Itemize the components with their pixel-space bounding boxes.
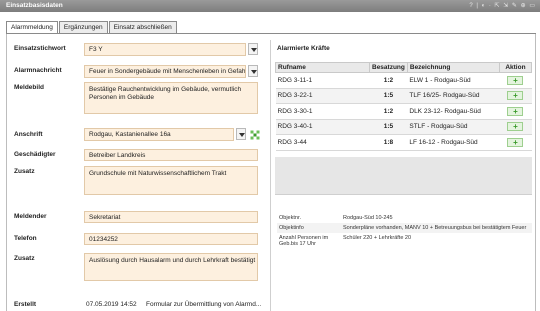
window-controls[interactable]: ? | ◐ · ⇱ ⇲ ✎ ⊕ ▭ [469, 2, 536, 9]
label-alarmnachricht: Alarmnachricht [14, 67, 62, 74]
meldender-field[interactable]: Sekretariat [84, 211, 258, 223]
cell-bezeichnung: ELW 1 - Rodgau-Süd [407, 72, 500, 89]
label-meldebild: Meldebild [14, 84, 44, 91]
label-meldender: Meldender [14, 213, 47, 220]
tab-bar: Alarmmeldung Ergänzungen Einsatz abschli… [6, 21, 177, 33]
table-row[interactable]: RDG 3-40-1 1:5 STLF - Rodgau-Süd + [275, 119, 532, 135]
info-value: Sonderpläne vorhanden, MANV 10 + Betreuu… [341, 223, 532, 233]
label-erstellt: Erstellt [14, 301, 37, 308]
units-table: Rufname Besatzung Bezeichnung Aktion RDG… [275, 62, 533, 151]
label-zusatz-2: Zusatz [14, 255, 35, 262]
label-zusatz: Zusatz [14, 168, 35, 175]
table-row[interactable]: RDG 3-44 1:8 LF 16-12 - Rodgau-Süd + [275, 134, 532, 151]
telefon-field[interactable]: 01234252 [84, 233, 258, 245]
cell-besatzung: 1:5 [369, 119, 408, 135]
window-titlebar: Einsatzbasisdaten ? | ◐ · ⇱ ⇲ ✎ ⊕ ▭ [0, 0, 540, 12]
geschaedigter-field[interactable]: Betreiber Landkreis [84, 149, 258, 161]
add-button[interactable]: + [507, 137, 524, 147]
info-row: Objektinfo Sonderpläne vorhanden, MANV 1… [277, 223, 532, 233]
chevron-down-icon[interactable] [248, 43, 258, 55]
info-value: Rodgau-Süd 10-245 [343, 215, 393, 221]
cell-besatzung: 1:5 [369, 88, 408, 104]
info-key: Objektinfo [277, 223, 341, 233]
info-value: Schüler 220 + Lehrkräfte 20 [343, 235, 412, 241]
units-header-row: Rufname Besatzung Bezeichnung Aktion [275, 62, 533, 73]
column-divider [270, 40, 271, 311]
add-button[interactable]: + [507, 106, 524, 116]
table-row[interactable]: RDG 3-30-1 1:2 DLK 23-12- Rodgau-Süd + [275, 103, 532, 120]
cell-bezeichnung: DLK 23-12- Rodgau-Süd [407, 103, 500, 120]
units-empty-area [275, 157, 532, 195]
cell-bezeichnung: STLF - Rodgau-Süd [407, 119, 500, 135]
add-button[interactable]: + [507, 91, 524, 101]
info-row: Anzahl Personen im Geb.bis 17 Uhr Schüle… [277, 233, 532, 249]
table-row[interactable]: RDG 3-11-1 1:2 ELW 1 - Rodgau-Süd + [275, 72, 532, 89]
alarmierte-kraefte-title: Alarmierte Kräfte [277, 45, 330, 52]
einsatzstichwort-select[interactable]: F3 Y [84, 43, 246, 56]
tab-ergaenzungen[interactable]: Ergänzungen [58, 21, 108, 33]
label-geschaedigter: Geschädigter [14, 151, 56, 158]
cell-bezeichnung: TLF 16/25- Rodgau-Süd [407, 88, 500, 104]
info-row: Objektnr. Rodgau-Süd 10-245 [277, 213, 532, 223]
objekt-info-table: Objektnr. Rodgau-Süd 10-245 Objektinfo S… [277, 213, 532, 249]
label-einsatzstichwort: Einsatzstichwort [14, 45, 66, 52]
add-button[interactable]: + [507, 75, 524, 85]
chevron-down-icon[interactable] [248, 65, 258, 77]
cell-rufname: RDG 3-40-1 [275, 119, 370, 135]
col-rufname[interactable]: Rufname [275, 62, 370, 73]
zusatz-textarea-2[interactable]: Auslösung durch Hausalarm und durch Lehr… [84, 253, 258, 281]
erstellt-form-link[interactable]: Formular zur Übermittlung von Alarmd... [146, 301, 261, 308]
label-anschrift: Anschrift [14, 131, 43, 138]
anschrift-select[interactable]: Rodgau, Kastanienallee 16a [84, 128, 234, 141]
info-key: Objektnr. [279, 215, 302, 221]
map-locate-icon[interactable] [250, 130, 260, 140]
cell-besatzung: 1:8 [369, 134, 408, 151]
erstellt-timestamp: 07.05.2019 14:52 [86, 301, 137, 308]
tab-einsatz-abschliessen[interactable]: Einsatz abschließen [108, 21, 177, 33]
cell-rufname: RDG 3-30-1 [275, 103, 370, 120]
zusatz-textarea[interactable]: Grundschule mit Naturwissenschaftlichem … [84, 166, 258, 195]
tab-alarmmeldung[interactable]: Alarmmeldung [6, 21, 58, 33]
table-row[interactable]: RDG 3-22-1 1:5 TLF 16/25- Rodgau-Süd + [275, 88, 532, 104]
col-aktion[interactable]: Aktion [498, 62, 533, 73]
label-telefon: Telefon [14, 235, 37, 242]
info-key: Anzahl Personen im Geb.bis 17 Uhr [279, 235, 329, 247]
cell-rufname: RDG 3-44 [275, 134, 370, 151]
cell-besatzung: 1:2 [369, 103, 408, 120]
cell-besatzung: 1:2 [369, 72, 408, 89]
chevron-down-icon[interactable] [236, 128, 246, 140]
col-bezeichnung[interactable]: Bezeichnung [406, 62, 500, 73]
add-button[interactable]: + [507, 122, 524, 132]
cell-bezeichnung: LF 16-12 - Rodgau-Süd [407, 134, 500, 151]
alarmnachricht-select[interactable]: Feuer in Sondergebäude mit Menschenleben… [84, 65, 246, 78]
meldebild-textarea[interactable]: Bestätige Rauchentwicklung im Gebäude, v… [84, 82, 258, 114]
cell-rufname: RDG 3-22-1 [275, 88, 370, 104]
col-besatzung[interactable]: Besatzung [369, 62, 408, 73]
cell-rufname: RDG 3-11-1 [275, 72, 370, 89]
window-title: Einsatzbasisdaten [6, 2, 63, 9]
